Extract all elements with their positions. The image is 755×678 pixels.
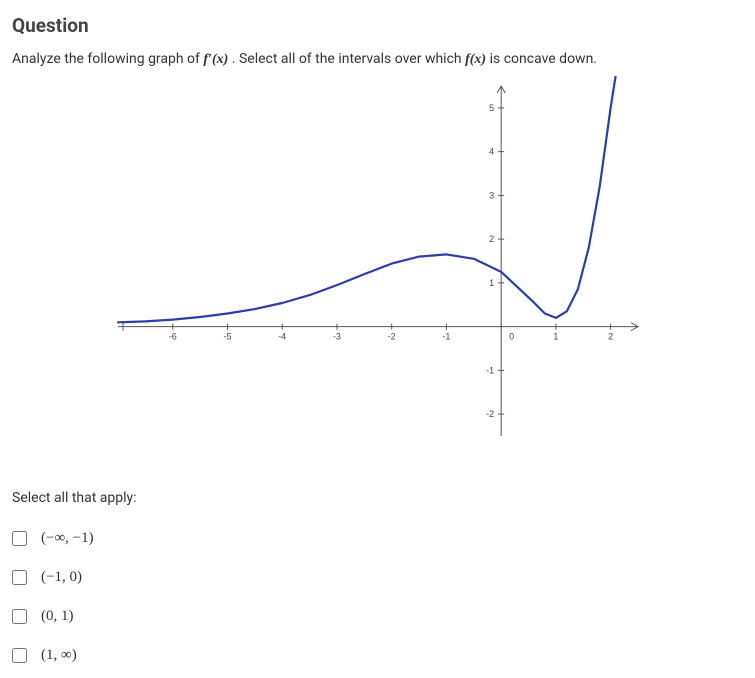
option-label-1: (−∞, −1) <box>41 530 94 547</box>
option-label-3: (0, 1) <box>41 608 74 625</box>
prompt-text-post: is concave down. <box>490 51 597 67</box>
svg-text:1: 1 <box>489 278 494 288</box>
svg-text:2: 2 <box>608 332 613 342</box>
svg-text:-4: -4 <box>278 332 286 342</box>
derivative-graph: -6 -5 -4 -3 -2 -1 0 1 2 -2 -1 1 2 3 4 5 <box>98 76 658 456</box>
checkbox-option-1[interactable] <box>12 531 27 546</box>
option-0-1[interactable]: (0, 1) <box>12 608 743 625</box>
checkbox-option-2[interactable] <box>12 570 27 585</box>
checkbox-option-4[interactable] <box>12 648 27 663</box>
svg-text:-3: -3 <box>332 332 340 342</box>
svg-text:5: 5 <box>489 103 494 113</box>
option-label-4: (1, ∞) <box>41 647 77 664</box>
svg-text:-1: -1 <box>486 365 494 375</box>
svg-text:1: 1 <box>553 332 558 342</box>
svg-text:-5: -5 <box>223 332 231 342</box>
select-all-label: Select all that apply: <box>12 490 743 506</box>
svg-text:3: 3 <box>489 190 494 200</box>
prompt-text-mid: . Select all of the intervals over which <box>232 51 465 67</box>
prompt-math-f-prime: f′(x) <box>203 52 228 67</box>
prompt-math-f: f(x) <box>465 52 486 67</box>
prompt-text-pre: Analyze the following graph of <box>12 51 203 67</box>
svg-text:-2: -2 <box>486 409 494 419</box>
option-neg1-0[interactable]: (−1, 0) <box>12 569 743 586</box>
question-heading: Question <box>12 14 743 37</box>
option-1-inf[interactable]: (1, ∞) <box>12 647 743 664</box>
option-neg-inf-neg1[interactable]: (−∞, −1) <box>12 530 743 547</box>
svg-text:-2: -2 <box>387 332 395 342</box>
svg-text:2: 2 <box>489 234 494 244</box>
chart-container: -6 -5 -4 -3 -2 -1 0 1 2 -2 -1 1 2 3 4 5 <box>12 76 743 456</box>
option-label-2: (−1, 0) <box>41 569 82 586</box>
svg-text:-6: -6 <box>168 332 176 342</box>
svg-text:-1: -1 <box>442 332 450 342</box>
svg-text:4: 4 <box>489 147 494 157</box>
options-list: (−∞, −1) (−1, 0) (0, 1) (1, ∞) <box>12 530 743 664</box>
question-prompt: Analyze the following graph of f′(x) . S… <box>12 51 743 68</box>
svg-text:0: 0 <box>509 332 514 342</box>
checkbox-option-3[interactable] <box>12 609 27 624</box>
